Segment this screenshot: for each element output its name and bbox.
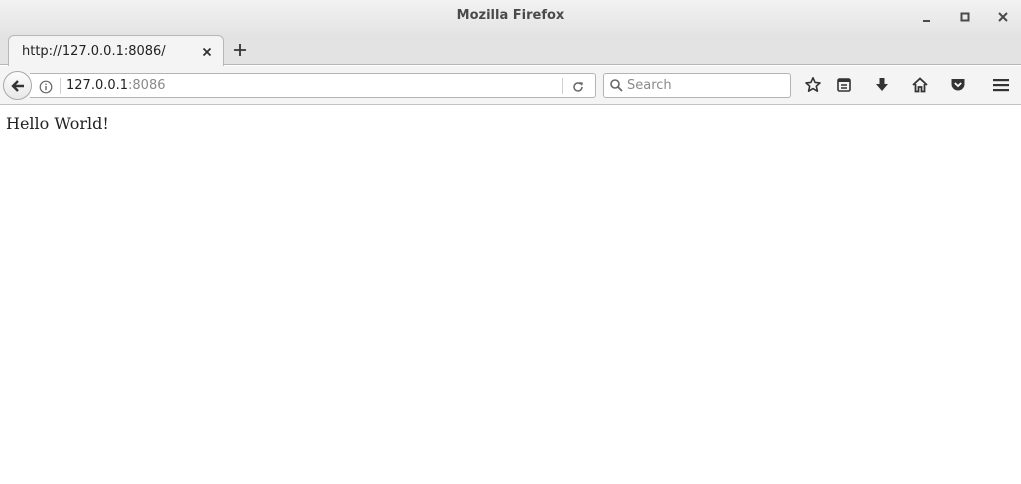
url-divider	[60, 78, 61, 94]
reload-divider	[562, 78, 563, 94]
tab-close-icon[interactable]	[200, 44, 214, 58]
window-titlebar: Mozilla Firefox	[0, 0, 1021, 34]
page-content: Hello World!	[0, 106, 1021, 484]
new-tab-icon[interactable]	[231, 41, 249, 59]
download-icon[interactable]	[873, 76, 891, 94]
back-icon	[11, 80, 24, 92]
url-text[interactable]: 127.0.0.1:8086	[66, 78, 166, 93]
menu-icon[interactable]	[992, 76, 1010, 94]
back-button[interactable]	[3, 71, 32, 100]
tab-title: http://127.0.0.1:8086/	[22, 44, 166, 59]
url-host: 127.0.0.1	[66, 78, 129, 93]
maximize-icon[interactable]	[957, 9, 973, 25]
page-body-text: Hello World!	[6, 114, 109, 133]
reading-list-icon[interactable]	[835, 76, 853, 94]
home-icon[interactable]	[911, 76, 929, 94]
bookmark-star-icon[interactable]	[804, 76, 822, 94]
tab-active[interactable]: http://127.0.0.1:8086/	[8, 35, 224, 66]
url-bar[interactable]: 127.0.0.1:8086	[30, 73, 596, 98]
search-icon	[609, 78, 624, 93]
url-port: :8086	[128, 78, 166, 93]
pocket-icon[interactable]	[949, 76, 967, 94]
navigation-toolbar: 127.0.0.1:8086	[0, 66, 1021, 105]
info-icon[interactable]	[39, 79, 53, 94]
search-input[interactable]	[627, 76, 785, 95]
search-bar[interactable]	[603, 73, 791, 98]
reload-icon[interactable]	[571, 79, 585, 93]
window-title: Mozilla Firefox	[456, 8, 565, 23]
minimize-icon[interactable]	[919, 9, 935, 25]
close-icon[interactable]	[995, 9, 1011, 25]
tab-strip: http://127.0.0.1:8086/	[0, 34, 1021, 66]
